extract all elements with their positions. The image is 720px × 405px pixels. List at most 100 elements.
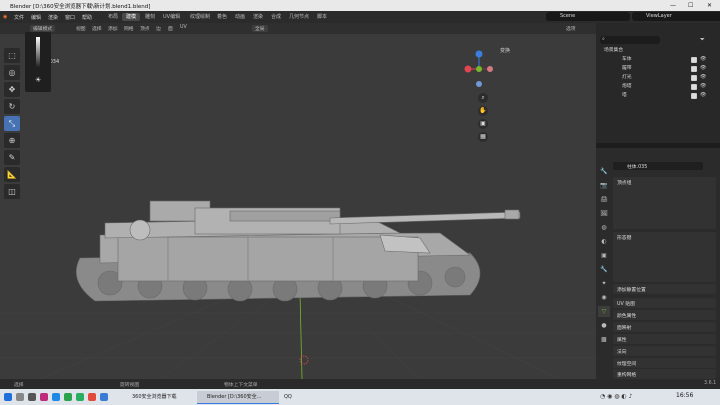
zoom-icon[interactable]: ⌕ <box>478 93 488 103</box>
object-tab-icon[interactable]: ▣ <box>598 250 610 261</box>
mesh-data-tab-icon[interactable]: ▽ <box>598 306 610 317</box>
panel-texture-space[interactable]: 纹理空间 <box>613 358 716 368</box>
panel-vertex-groups[interactable]: 顶点组 <box>613 177 716 229</box>
render-tab-icon[interactable]: 📷 <box>598 180 610 191</box>
navigation-gizmo[interactable] <box>462 48 496 90</box>
close-button[interactable]: ✕ <box>707 2 712 9</box>
eye-icon[interactable]: 👁 <box>700 65 706 71</box>
annotate-icon[interactable]: ✎ <box>4 150 20 165</box>
eye-icon[interactable]: 👁 <box>700 56 706 62</box>
tab-rendering[interactable]: 渲染 <box>249 13 267 21</box>
panel-face-maps[interactable]: 面映射 <box>613 322 716 332</box>
x-axis-handle[interactable] <box>464 65 472 73</box>
panel-attributes[interactable]: 属性 <box>613 334 716 344</box>
panel-shape-keys[interactable]: 形态键 <box>613 232 716 282</box>
y-axis-handle[interactable] <box>476 66 482 72</box>
options-button[interactable]: 选项 <box>566 25 576 32</box>
blender-logo-icon[interactable]: ◉ <box>3 14 7 20</box>
measure-icon[interactable]: 📐 <box>4 167 20 182</box>
maximize-button[interactable]: ☐ <box>688 2 693 9</box>
menu-add[interactable]: 添加 <box>108 25 118 32</box>
tool-tab-icon[interactable]: 🔧 <box>598 166 610 177</box>
visibility-checkbox[interactable] <box>691 75 697 81</box>
windows-start-icon[interactable] <box>4 393 12 401</box>
minimize-button[interactable]: — <box>670 2 676 9</box>
menu-help[interactable]: 帮助 <box>82 14 92 21</box>
tab-shading[interactable]: 着色 <box>213 13 231 21</box>
menu-file[interactable]: 文件 <box>14 14 24 21</box>
transform-icon[interactable]: ⊕ <box>4 133 20 148</box>
cursor-icon[interactable]: ◎ <box>4 65 20 80</box>
particles-tab-icon[interactable]: ✦ <box>598 278 610 289</box>
outliner-row-tower[interactable]: 塔 <box>622 92 627 100</box>
brightness-slider[interactable] <box>36 37 40 67</box>
3d-viewport[interactable] <box>0 23 596 379</box>
search-icon[interactable] <box>16 393 24 401</box>
tab-texture-paint[interactable]: 纹理绘制 <box>186 13 214 21</box>
visibility-checkbox[interactable] <box>691 84 697 90</box>
menu-vertex[interactable]: 顶点 <box>140 25 150 32</box>
outliner-row-turret[interactable]: 炮塔 <box>622 83 632 91</box>
outliner-row-hull[interactable]: 车体 <box>622 56 632 64</box>
eye-icon[interactable]: 👁 <box>700 92 706 98</box>
task-view-icon[interactable] <box>28 393 36 401</box>
mode-dropdown[interactable]: 编辑模式 <box>30 25 56 32</box>
outliner-row-light[interactable]: 灯光 <box>622 74 632 82</box>
taskbar-app-qq[interactable]: QQ <box>274 391 324 403</box>
browser-360-icon[interactable] <box>76 393 84 401</box>
texture-tab-icon[interactable]: ▩ <box>598 334 610 345</box>
tank-model[interactable] <box>76 200 521 302</box>
filter-icon[interactable]: ⏷ <box>700 36 705 44</box>
select-box-icon[interactable]: ⬚ <box>4 48 20 63</box>
tab-uv-editing[interactable]: UV编辑 <box>159 13 184 21</box>
menu-uv[interactable]: UV <box>180 25 187 30</box>
scene-selector[interactable]: Scene <box>546 12 630 21</box>
menu-edit[interactable]: 编辑 <box>31 14 41 21</box>
visibility-checkbox[interactable] <box>691 57 697 63</box>
menu-select[interactable]: 选择 <box>92 25 102 32</box>
neg-z-axis-handle[interactable] <box>476 81 482 87</box>
grid-view-icon[interactable]: ▦ <box>478 132 488 142</box>
panel-rest-position[interactable]: 添加静置位置 <box>613 284 716 294</box>
transform-orientation[interactable]: 全局 <box>252 25 268 32</box>
rotate-icon[interactable]: ↻ <box>4 99 20 114</box>
tab-layout[interactable]: 布局 <box>104 13 122 21</box>
visibility-checkbox[interactable] <box>691 93 697 99</box>
tab-animation[interactable]: 动画 <box>231 13 249 21</box>
tab-scripting[interactable]: 脚本 <box>313 13 331 21</box>
view-layer-tab-icon[interactable]: 🖼 <box>598 208 610 219</box>
add-cube-icon[interactable]: ◫ <box>4 184 20 199</box>
data-name-field[interactable]: 柱体.035 <box>613 162 703 170</box>
brush-color-panel[interactable]: ☀ <box>25 32 51 92</box>
app-icon[interactable] <box>88 393 96 401</box>
sidebar-transform-tab[interactable]: 变换 <box>500 47 510 54</box>
taskbar-app-downloads[interactable]: 360安全浏览器下载 <box>122 391 202 403</box>
tab-sculpt[interactable]: 雕刻 <box>141 13 159 21</box>
pan-hand-icon[interactable]: ✋ <box>478 106 488 116</box>
panel-normals[interactable]: 法向 <box>613 346 716 356</box>
taskbar-app-blender[interactable]: Blender [D:\360安全... <box>197 391 279 404</box>
camera-icon[interactable]: ▣ <box>478 119 488 129</box>
edge-browser-icon[interactable] <box>52 393 60 401</box>
app-icon[interactable] <box>64 393 72 401</box>
menu-edge[interactable]: 边 <box>156 25 161 32</box>
visibility-checkbox[interactable] <box>691 66 697 72</box>
menu-render[interactable]: 渲染 <box>48 14 58 21</box>
menu-window[interactable]: 窗口 <box>65 14 75 21</box>
scale-icon[interactable]: ⤡ <box>4 116 20 131</box>
panel-remesh[interactable]: 重构网格 <box>613 369 716 379</box>
app-icon[interactable] <box>100 393 108 401</box>
physics-tab-icon[interactable]: ◉ <box>598 292 610 303</box>
tab-compositing[interactable]: 合成 <box>267 13 285 21</box>
move-icon[interactable]: ✥ <box>4 82 20 97</box>
z-axis-handle[interactable] <box>475 50 483 58</box>
scene-collection-label[interactable]: 场景集合 <box>604 47 623 55</box>
menu-face[interactable]: 面 <box>168 25 173 32</box>
scene-tab-icon[interactable]: ◍ <box>598 222 610 233</box>
tab-modeling[interactable]: 建模 <box>122 13 141 21</box>
app-icon[interactable] <box>40 393 48 401</box>
output-tab-icon[interactable]: 🖨 <box>598 194 610 205</box>
menu-mesh[interactable]: 网格 <box>124 25 134 32</box>
eye-icon[interactable]: 👁 <box>700 83 706 89</box>
view-layer-selector[interactable]: ViewLayer <box>632 12 720 21</box>
